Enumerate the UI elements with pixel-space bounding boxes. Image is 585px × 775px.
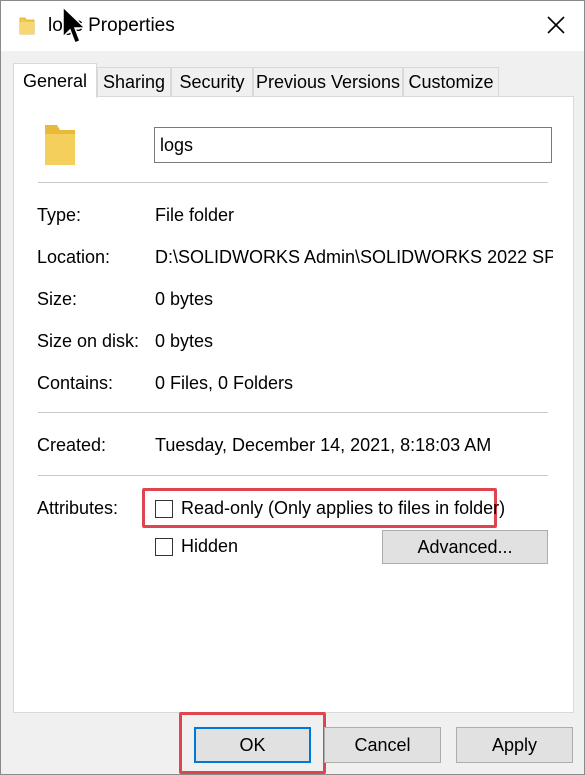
divider	[38, 182, 548, 183]
hidden-label: Hidden	[181, 536, 239, 556]
read-only-checkbox[interactable]	[155, 499, 173, 518]
ok-button[interactable]: OK	[194, 727, 311, 763]
title-bar[interactable]: logs Properties	[1, 1, 584, 51]
folder-icon	[19, 17, 35, 35]
size-on-disk-value: 0 bytes	[155, 331, 214, 351]
folder-icon	[45, 125, 75, 165]
size-value: 0 bytes	[155, 289, 214, 309]
tab-general[interactable]: General	[13, 63, 97, 98]
hidden-checkbox[interactable]	[155, 537, 173, 556]
divider	[38, 412, 548, 413]
tab-sharing[interactable]: Sharing	[97, 67, 171, 97]
location-value: D:\SOLIDWORKS Admin\SOLIDWORKS 2022 SP0	[155, 247, 553, 267]
apply-button[interactable]: Apply	[456, 727, 573, 763]
folder-name-input[interactable]	[154, 127, 552, 163]
tab-security[interactable]: Security	[171, 67, 253, 97]
contains-value: 0 Files, 0 Folders	[155, 373, 294, 393]
mouse-pointer-icon	[62, 5, 87, 44]
divider	[38, 475, 548, 476]
close-icon	[547, 16, 565, 34]
type-label: Type:	[37, 205, 82, 225]
read-only-checkbox-row[interactable]: Read-only (Only applies to files in fold…	[155, 498, 505, 519]
properties-dialog: logs Properties General Sharing Security…	[0, 0, 585, 775]
contains-label: Contains:	[37, 373, 114, 393]
created-value: Tuesday, December 14, 2021, 8:18:03 AM	[155, 435, 492, 455]
type-value: File folder	[155, 205, 235, 225]
location-label: Location:	[37, 247, 111, 267]
cancel-button[interactable]: Cancel	[324, 727, 441, 763]
hidden-checkbox-row[interactable]: Hidden	[155, 536, 238, 557]
advanced-button[interactable]: Advanced...	[382, 530, 548, 564]
tab-previous-versions[interactable]: Previous Versions	[253, 67, 403, 97]
tab-customize[interactable]: Customize	[403, 67, 499, 97]
size-label: Size:	[37, 289, 78, 309]
attributes-label: Attributes:	[37, 498, 119, 518]
read-only-label: Read-only (Only applies to files in fold…	[181, 498, 506, 518]
close-button[interactable]	[536, 7, 576, 43]
size-on-disk-label: Size on disk:	[37, 331, 140, 351]
created-label: Created:	[37, 435, 107, 455]
general-panel: Type: File folder Location: D:\SOLIDWORK…	[13, 96, 574, 713]
